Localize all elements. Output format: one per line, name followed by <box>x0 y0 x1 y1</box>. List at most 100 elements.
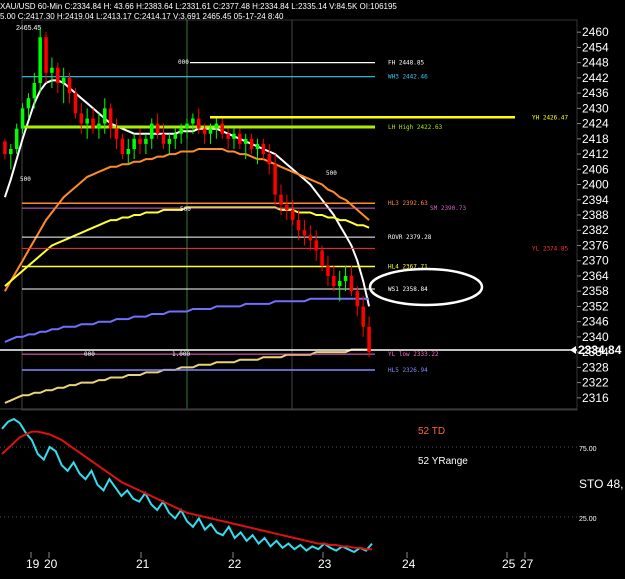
candle-body <box>144 138 148 144</box>
y-tick-label: 2370 <box>582 254 609 268</box>
y-tick-label: 2436 <box>582 86 609 100</box>
candle-body <box>332 275 336 287</box>
sto-label-yrange: 52 YRange <box>418 456 468 467</box>
y-tick-label: 2430 <box>582 101 609 115</box>
candle-body <box>79 113 84 124</box>
y-tick-label: 2382 <box>582 223 609 237</box>
candle-body <box>56 67 60 83</box>
candle-body <box>343 275 348 282</box>
price-level-label: WH3 2442.46 <box>388 74 428 81</box>
price-level-label: YL 2374.85 <box>532 245 569 252</box>
y-tick-label: 2454 <box>582 40 609 54</box>
x-tick-label: 27 <box>520 557 534 571</box>
y-tick-label: 2406 <box>582 162 609 176</box>
candle-body <box>3 141 7 155</box>
y-tick-label: 2316 <box>582 391 609 405</box>
price-level-label: ROVR 2379.28 <box>388 234 432 241</box>
candle-body <box>73 93 78 114</box>
candle-body <box>179 128 183 134</box>
candle-body <box>20 108 25 129</box>
candle-body <box>367 326 371 353</box>
chart-header: XAU/USD 60-Min C:2334.84 H: 43.66 H:2383… <box>0 2 397 11</box>
candle-body <box>173 133 178 139</box>
candle-body <box>97 123 101 129</box>
x-tick-label: 24 <box>402 557 416 571</box>
candle-body <box>103 108 107 124</box>
x-tick-label: 20 <box>44 557 58 571</box>
candle-body <box>314 240 318 251</box>
y-tick-label: 2340 <box>582 330 609 344</box>
candle-body <box>185 123 189 129</box>
candle-body <box>26 98 31 109</box>
candle-body <box>114 128 119 139</box>
candle-body <box>290 209 295 221</box>
candle-body <box>226 133 230 139</box>
candle-body <box>349 275 354 292</box>
x-tick-label: 21 <box>136 557 150 571</box>
candle-body <box>50 67 54 73</box>
svg-text:2334.84: 2334.84 <box>578 343 622 357</box>
price-level-label: WS1 2358.84 <box>388 286 428 293</box>
y-tick-label: 2400 <box>582 178 609 192</box>
y-tick-label: 2418 <box>582 132 609 146</box>
x-tick-label: 23 <box>318 557 332 571</box>
y-tick-label: 2346 <box>582 315 609 329</box>
candle-body <box>267 154 271 165</box>
price-level-label: YH 2426.47 <box>532 114 569 121</box>
price-level-label: SM 2390.73 <box>430 205 467 212</box>
sto-label-td: 52 TD <box>418 426 445 437</box>
candle-body <box>9 148 13 155</box>
candle-body <box>273 164 277 195</box>
candle-body <box>32 82 37 99</box>
price-chart[interactable]: XAU/USD 60-Min C:2334.84 H: 43.66 H:2383… <box>0 0 625 579</box>
chart-annotation: 000 <box>84 351 95 358</box>
candle-body <box>67 77 72 94</box>
candle-body <box>14 128 19 149</box>
candle-body <box>232 133 236 139</box>
candle-body <box>196 118 201 129</box>
sto-tick-label: 25.00 <box>579 516 597 523</box>
x-tick-label: 19 <box>26 557 40 571</box>
y-tick-label: 2322 <box>582 376 609 390</box>
chart-annotation: 500 <box>180 206 191 213</box>
candle-body <box>120 138 125 155</box>
candle-body <box>302 230 307 236</box>
candle-body <box>238 133 242 144</box>
candle-body <box>279 194 283 205</box>
candle-body <box>308 235 313 241</box>
y-tick-label: 2328 <box>582 360 609 374</box>
chart-annotation: 500 <box>326 170 337 177</box>
chart-annotation: 1.000 <box>172 351 190 358</box>
candle-body <box>38 37 42 83</box>
last-price-tag: 2334.84 <box>570 343 622 357</box>
candle-body <box>320 250 324 266</box>
candle-body <box>220 123 224 134</box>
y-tick-label: 2448 <box>582 56 609 70</box>
y-tick-label: 2358 <box>582 284 609 298</box>
y-tick-label: 2352 <box>582 299 609 313</box>
sto-right-label: STO 48, <box>579 477 623 491</box>
candle-body <box>155 123 160 134</box>
candle-body <box>249 138 254 149</box>
candle-body <box>285 204 289 210</box>
candle-body <box>355 291 360 307</box>
y-tick-label: 2394 <box>582 193 609 207</box>
top-value: 2465.45 <box>16 25 41 32</box>
price-level-label: HL3 2392.63 <box>388 200 428 207</box>
candle-body <box>61 77 66 83</box>
candle-body <box>150 123 154 139</box>
candle-body <box>126 148 131 155</box>
candle-body <box>108 108 113 129</box>
candle-body <box>214 123 219 129</box>
candle-body <box>191 118 195 124</box>
candle-body <box>85 118 89 124</box>
candle-body <box>337 281 342 287</box>
candle-body <box>296 220 301 231</box>
candle-body <box>243 138 248 144</box>
candle-body <box>261 143 266 155</box>
x-tick-label: 25 <box>502 557 516 571</box>
candle-body <box>208 128 213 134</box>
y-tick-label: 2442 <box>582 71 609 85</box>
candle-body <box>202 128 207 134</box>
price-level-label: YL low 2333.22 <box>388 351 439 358</box>
